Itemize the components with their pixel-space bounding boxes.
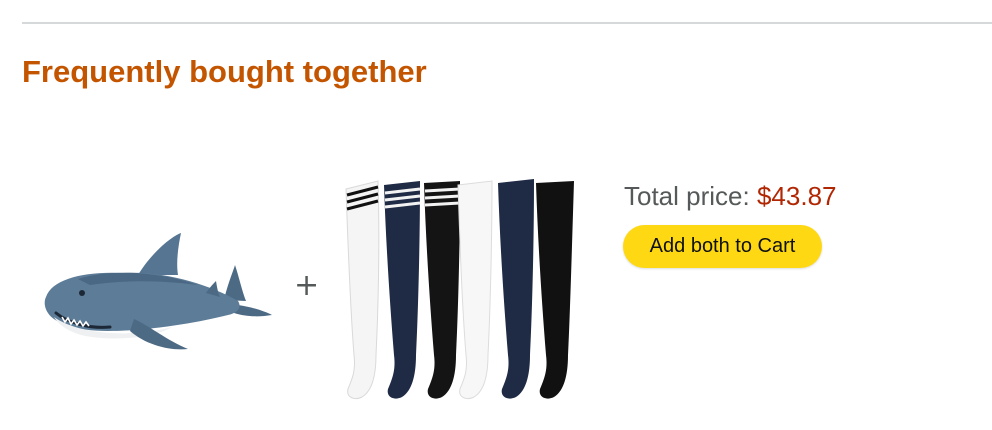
total-price-amount: $43.87 <box>756 181 837 211</box>
product-image-shark[interactable] <box>38 225 278 355</box>
price-summary: Total price: $43.87 <box>624 176 837 216</box>
thigh-high-socks-icon <box>345 179 574 400</box>
total-price-label: Total price: <box>624 181 750 211</box>
section-title: Frequently bought together <box>22 54 427 89</box>
total-price: Total price: $43.87 <box>624 176 837 216</box>
add-both-to-cart-button[interactable]: Add both to Cart <box>623 225 822 268</box>
section-divider <box>22 22 992 24</box>
product-image-socks[interactable] <box>338 175 578 403</box>
plus-separator: + <box>294 268 320 303</box>
shark-plush-icon <box>44 233 272 350</box>
